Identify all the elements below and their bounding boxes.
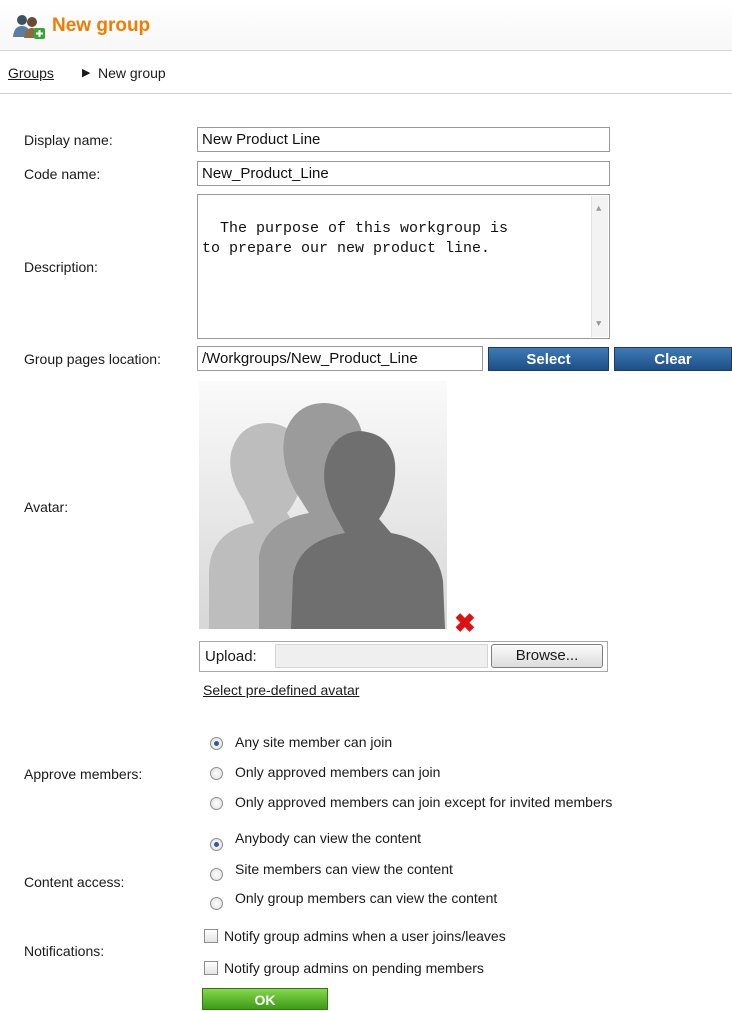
approve-members-label: Approve members: bbox=[24, 766, 143, 782]
group-add-icon bbox=[13, 15, 45, 39]
breadcrumb-groups-link[interactable]: Groups bbox=[8, 65, 54, 81]
upload-label: Upload: bbox=[205, 648, 257, 665]
content-option-label: Only group members can view the content bbox=[235, 890, 498, 906]
browse-button[interactable]: Browse... bbox=[491, 644, 603, 668]
notify-option-label: Notify group admins when a user joins/le… bbox=[224, 928, 506, 944]
notify-pending-checkbox[interactable] bbox=[204, 961, 218, 975]
breadcrumb-current: New group bbox=[98, 65, 166, 81]
clear-button[interactable]: Clear bbox=[614, 347, 732, 371]
content-option-label: Anybody can view the content bbox=[235, 830, 422, 846]
description-text: The purpose of this workgroup is to prep… bbox=[202, 220, 509, 257]
approve-option-label: Only approved members can join except fo… bbox=[235, 794, 613, 810]
avatar-silhouette-icon bbox=[209, 403, 445, 629]
approve-option-invited-radio[interactable] bbox=[210, 797, 223, 810]
display-name-field[interactable]: New Product Line bbox=[197, 127, 610, 152]
delete-icon[interactable]: ✖ bbox=[454, 610, 476, 636]
avatar bbox=[199, 381, 447, 629]
notify-joins-checkbox[interactable] bbox=[204, 929, 218, 943]
description-textarea[interactable]: The purpose of this workgroup is to prep… bbox=[197, 194, 610, 339]
code-name-field[interactable]: New_Product_Line bbox=[197, 161, 610, 186]
approve-option-label: Only approved members can join bbox=[235, 764, 441, 780]
content-option-site-members-radio[interactable] bbox=[210, 868, 223, 881]
approve-option-any-radio[interactable] bbox=[210, 737, 223, 750]
upload-file-field[interactable] bbox=[275, 644, 488, 668]
display-name-label: Display name: bbox=[24, 132, 113, 148]
content-access-label: Content access: bbox=[24, 874, 125, 890]
description-label: Description: bbox=[24, 259, 98, 275]
notifications-label: Notifications: bbox=[24, 943, 105, 959]
page-title: New group bbox=[52, 15, 151, 36]
code-name-label: Code name: bbox=[24, 166, 101, 182]
pages-location-field[interactable]: /Workgroups/New_Product_Line bbox=[197, 346, 483, 371]
select-button[interactable]: Select bbox=[488, 347, 609, 371]
avatar-label: Avatar: bbox=[24, 499, 69, 515]
content-option-label: Site members can view the content bbox=[235, 861, 453, 877]
pages-location-label: Group pages location: bbox=[24, 351, 161, 367]
breadcrumb-separator-icon: ▶ bbox=[82, 67, 91, 79]
approve-option-approved-radio[interactable] bbox=[210, 767, 223, 780]
content-option-anybody-radio[interactable] bbox=[210, 838, 223, 851]
notify-option-label: Notify group admins on pending members bbox=[224, 960, 484, 976]
scroll-up-icon[interactable]: ▲ bbox=[596, 199, 601, 219]
scroll-down-icon[interactable]: ▼ bbox=[596, 314, 601, 334]
content-option-group-members-radio[interactable] bbox=[210, 897, 223, 910]
select-predefined-avatar-link[interactable]: Select pre-defined avatar bbox=[203, 682, 359, 698]
approve-option-label: Any site member can join bbox=[235, 734, 393, 750]
description-scrollbar[interactable]: ▲ ▼ bbox=[591, 196, 608, 337]
ok-button[interactable]: OK bbox=[202, 988, 328, 1010]
